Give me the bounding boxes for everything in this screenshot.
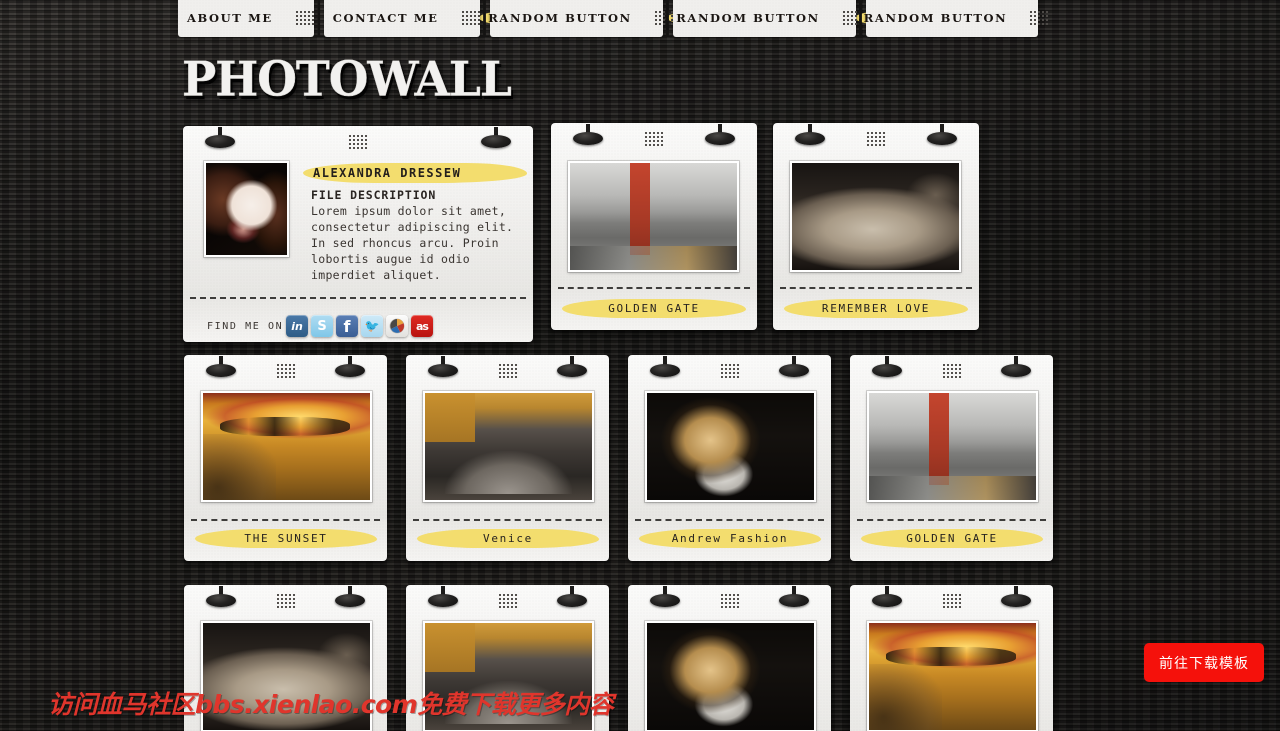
pin-icon xyxy=(779,356,809,378)
nav-item-label: RANDOM BUTTON xyxy=(855,8,1017,28)
golden-gate-bridge-photo xyxy=(570,163,737,270)
nav-item-contact-me[interactable]: CONTACT ME xyxy=(323,0,480,37)
photo-thumbnail[interactable] xyxy=(423,391,594,502)
nav-item-label: CONTACT ME xyxy=(324,8,448,28)
pin-icon xyxy=(557,586,587,608)
nav-item-about-me[interactable]: ABOUT ME xyxy=(178,0,314,37)
main-navigation: ABOUT ME CONTACT ME RANDOM BUTTON RANDOM… xyxy=(178,0,1049,37)
sunset-coast-photo xyxy=(203,393,370,500)
grid-dots-icon xyxy=(498,594,517,608)
grid-dots-icon xyxy=(461,11,480,25)
twitter-icon[interactable]: 🐦 xyxy=(361,315,383,337)
perforation-divider xyxy=(558,287,750,289)
profile-avatar[interactable] xyxy=(204,161,289,257)
page-title: PHOTOWALL xyxy=(182,52,512,108)
photo-caption[interactable]: THE SUNSET xyxy=(195,529,377,548)
rubble-graffiti-photo xyxy=(792,163,959,270)
picasa-icon[interactable] xyxy=(386,315,408,337)
grid-dots-icon xyxy=(942,364,961,378)
pin-icon xyxy=(573,124,603,146)
profile-name: ALEXANDRA DRESSEW xyxy=(303,162,527,184)
photo-caption[interactable]: GOLDEN GATE xyxy=(861,529,1043,548)
pin-icon xyxy=(481,127,511,149)
perforation-divider xyxy=(635,519,824,521)
pin-icon xyxy=(650,356,680,378)
find-me-on-label: FIND ME ON xyxy=(207,321,284,332)
perforation-divider xyxy=(780,287,972,289)
pin-icon xyxy=(872,586,902,608)
photo-thumbnail[interactable] xyxy=(201,391,372,502)
pin-icon xyxy=(428,586,458,608)
photo-caption[interactable]: Venice xyxy=(417,529,599,548)
photo-thumbnail[interactable] xyxy=(645,621,816,731)
grid-dots-icon xyxy=(867,132,885,146)
photo-thumbnail[interactable] xyxy=(867,391,1038,502)
perforation-divider xyxy=(191,519,380,521)
photo-thumbnail[interactable] xyxy=(790,161,961,272)
grid-dots-icon xyxy=(942,594,961,608)
grid-dots-icon xyxy=(498,364,517,378)
facebook-icon[interactable]: f xyxy=(336,315,358,337)
venice-canal-photo xyxy=(425,393,592,500)
pin-icon xyxy=(335,586,365,608)
fashion-portrait-photo xyxy=(647,393,814,500)
venice-canal-photo xyxy=(425,623,592,730)
nav-item-random-button-1[interactable]: RANDOM BUTTON xyxy=(488,0,673,37)
lastfm-icon[interactable]: as xyxy=(411,315,433,337)
grid-dots-icon xyxy=(645,132,663,146)
pin-icon xyxy=(650,586,680,608)
grid-dots-icon xyxy=(720,594,739,608)
grid-dots-icon xyxy=(295,11,314,25)
nav-item-label: RANDOM BUTTON xyxy=(479,8,641,28)
photo-thumbnail[interactable] xyxy=(645,391,816,502)
nav-item-random-button-2[interactable]: RANDOM BUTTON xyxy=(672,0,861,37)
pin-icon xyxy=(335,356,365,378)
photo-thumbnail[interactable] xyxy=(423,621,594,731)
pin-icon xyxy=(1001,586,1031,608)
sunset-coast-photo xyxy=(869,623,1036,730)
pin-icon xyxy=(705,124,735,146)
perforation-divider xyxy=(190,297,526,299)
nav-item-label: ABOUT ME xyxy=(178,8,282,28)
photo-caption[interactable]: REMEMBER LOVE xyxy=(784,299,968,318)
photo-caption[interactable]: GOLDEN GATE xyxy=(562,299,746,318)
grid-dots-icon xyxy=(276,594,295,608)
perforation-divider xyxy=(857,519,1046,521)
grid-dots-icon xyxy=(720,364,739,378)
perforation-divider xyxy=(413,519,602,521)
nav-item-label: RANDOM BUTTON xyxy=(667,8,829,28)
pin-icon xyxy=(206,586,236,608)
profile-photo xyxy=(206,163,287,255)
photo-caption[interactable]: Andrew Fashion xyxy=(639,529,821,548)
fashion-portrait-photo xyxy=(647,623,814,730)
nav-item-random-button-3[interactable]: RANDOM BUTTON xyxy=(864,0,1049,37)
grid-dots-icon xyxy=(1030,11,1049,25)
file-description-body: Lorem ipsum dolor sit amet, consectetur … xyxy=(311,204,514,282)
pin-icon xyxy=(795,124,825,146)
golden-gate-bridge-photo xyxy=(869,393,1036,500)
pin-icon xyxy=(428,356,458,378)
social-links: in S f 🐦 as xyxy=(286,315,433,337)
linkedin-icon[interactable]: in xyxy=(286,315,308,337)
download-template-button[interactable]: 前往下载模板 xyxy=(1144,643,1264,682)
photo-thumbnail[interactable] xyxy=(201,621,372,731)
skype-icon[interactable]: S xyxy=(311,315,333,337)
pin-icon xyxy=(779,586,809,608)
pin-icon xyxy=(872,356,902,378)
pin-icon xyxy=(927,124,957,146)
rubble-graffiti-photo xyxy=(203,623,370,730)
pin-icon xyxy=(1001,356,1031,378)
photo-thumbnail[interactable] xyxy=(568,161,739,272)
photo-thumbnail[interactable] xyxy=(867,621,1038,731)
pin-icon xyxy=(205,127,235,149)
file-description-heading: FILE DESCRIPTION xyxy=(311,188,437,202)
grid-dots-icon xyxy=(276,364,295,378)
pin-icon xyxy=(206,356,236,378)
pin-icon xyxy=(557,356,587,378)
grid-dots-icon xyxy=(349,135,367,149)
